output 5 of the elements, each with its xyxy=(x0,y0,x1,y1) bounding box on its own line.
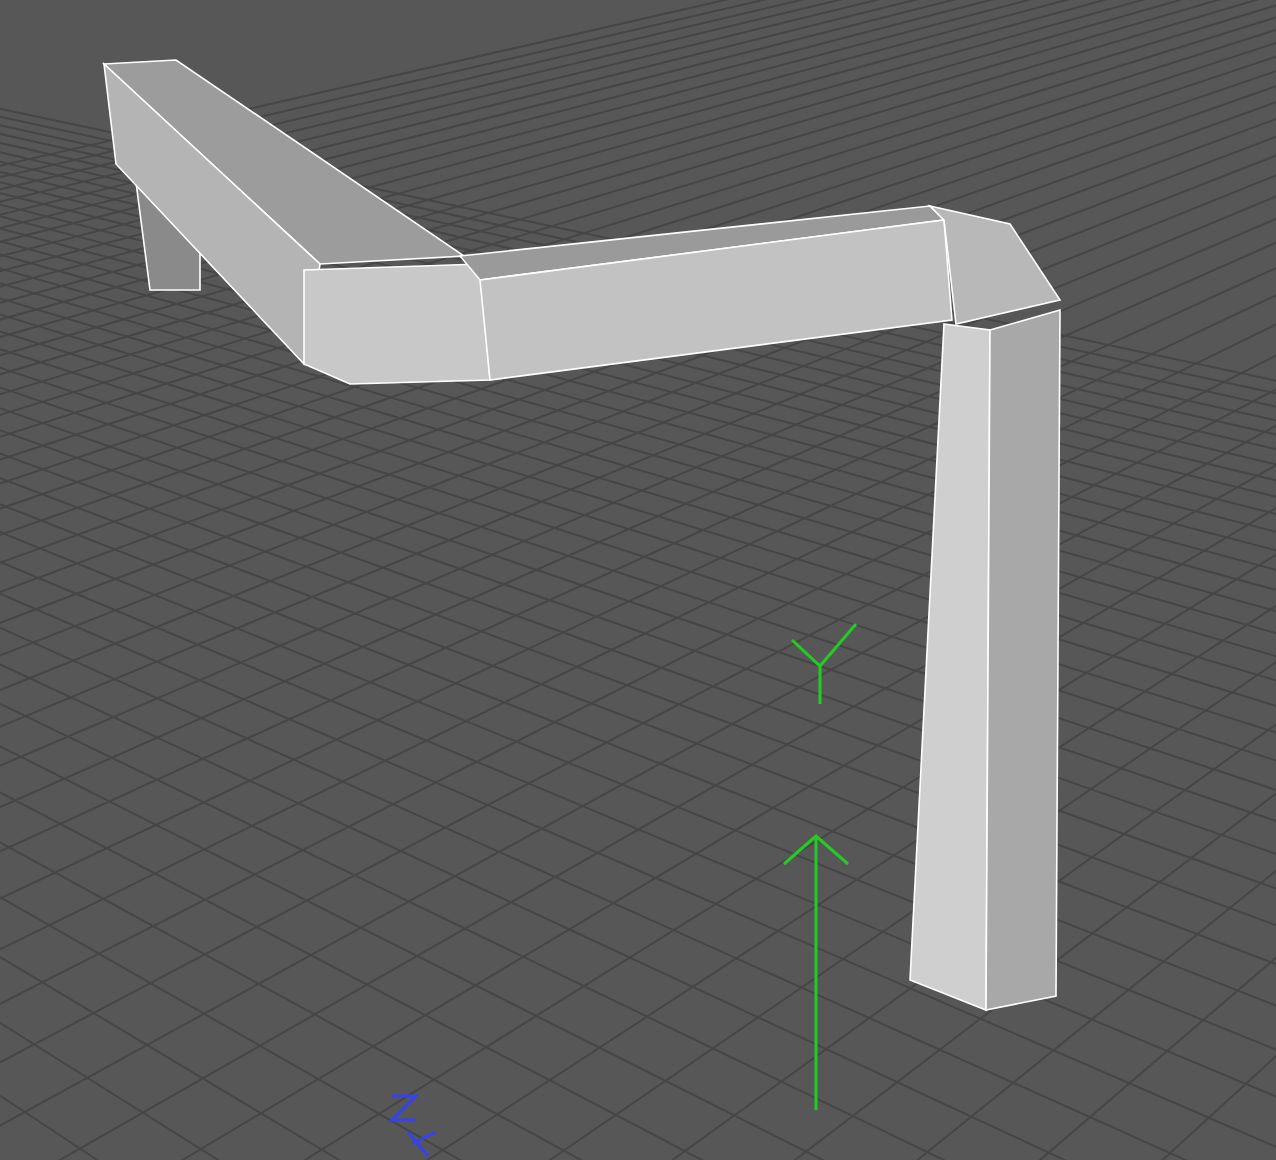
3d-viewport[interactable] xyxy=(0,0,1276,1160)
z-axis-gizmo-icon xyxy=(388,1094,438,1158)
vertical-axis-arrow-icon xyxy=(782,834,850,1112)
y-axis-gizmo-icon xyxy=(790,622,858,706)
bent-pipe-drawing[interactable] xyxy=(102,59,1062,1012)
